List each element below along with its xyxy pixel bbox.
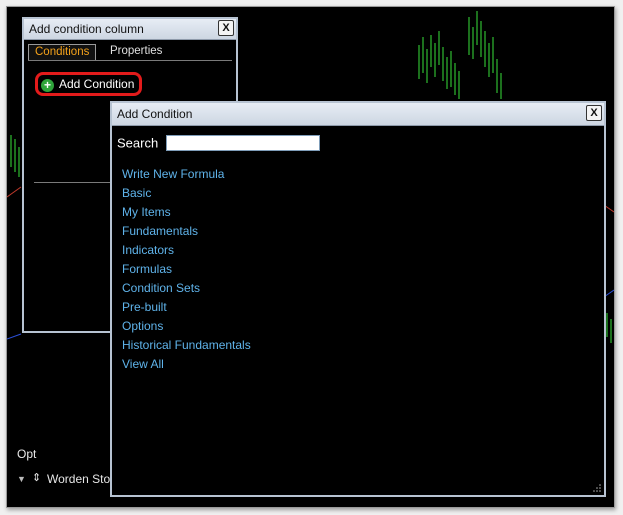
- search-row: Search: [117, 135, 320, 153]
- search-input[interactable]: [165, 135, 320, 151]
- close-icon[interactable]: X: [586, 105, 602, 121]
- menu-item-view-all[interactable]: View All: [122, 355, 251, 374]
- dialog-titlebar[interactable]: Add Condition X: [112, 103, 604, 126]
- menu-item-pre-built[interactable]: Pre-built: [122, 298, 251, 317]
- dialog-title: Add Condition: [117, 107, 193, 121]
- menu-item-historical-fundamentals[interactable]: Historical Fundamentals: [122, 336, 251, 355]
- search-label: Search: [117, 135, 159, 151]
- menu-item-indicators[interactable]: Indicators: [122, 241, 251, 260]
- dialog-titlebar[interactable]: Add condition column X: [24, 19, 236, 40]
- menu-item-basic[interactable]: Basic: [122, 184, 251, 203]
- watchlist-label[interactable]: Worden Sto: [47, 472, 110, 486]
- menu-item-write-new-formula[interactable]: Write New Formula: [122, 165, 251, 184]
- add-condition-label: Add Condition: [59, 77, 135, 91]
- menu-item-formulas[interactable]: Formulas: [122, 260, 251, 279]
- divider: [34, 182, 114, 183]
- tab-bar: Conditions Properties: [24, 44, 236, 60]
- blue-trend-line: [7, 333, 22, 340]
- menu-item-options[interactable]: Options: [122, 317, 251, 336]
- close-icon[interactable]: X: [218, 20, 234, 36]
- condition-category-list: Write New Formula Basic My Items Fundame…: [122, 165, 251, 374]
- add-condition-button[interactable]: + Add Condition: [41, 76, 134, 92]
- menu-item-condition-sets[interactable]: Condition Sets: [122, 279, 251, 298]
- app-window: Opt ▼ ⇕ Worden Sto Add condition column …: [6, 6, 615, 508]
- opt-label: Opt: [17, 447, 37, 461]
- tab-conditions[interactable]: Conditions: [28, 44, 97, 60]
- resize-grip-icon[interactable]: [593, 484, 601, 492]
- sort-arrows-icon[interactable]: ⇕: [32, 471, 41, 484]
- menu-item-my-items[interactable]: My Items: [122, 203, 251, 222]
- plus-circle-icon: +: [41, 79, 54, 92]
- tab-properties[interactable]: Properties: [104, 44, 168, 60]
- highlight-ring: + Add Condition: [35, 72, 142, 96]
- add-condition-dialog: Add Condition X Search Write New Formula…: [110, 101, 606, 497]
- dialog-title: Add condition column: [29, 22, 144, 36]
- dropdown-arrow-icon[interactable]: ▼: [17, 474, 26, 484]
- tab-divider: [28, 60, 232, 61]
- red-trend-line: [7, 186, 22, 198]
- menu-item-fundamentals[interactable]: Fundamentals: [122, 222, 251, 241]
